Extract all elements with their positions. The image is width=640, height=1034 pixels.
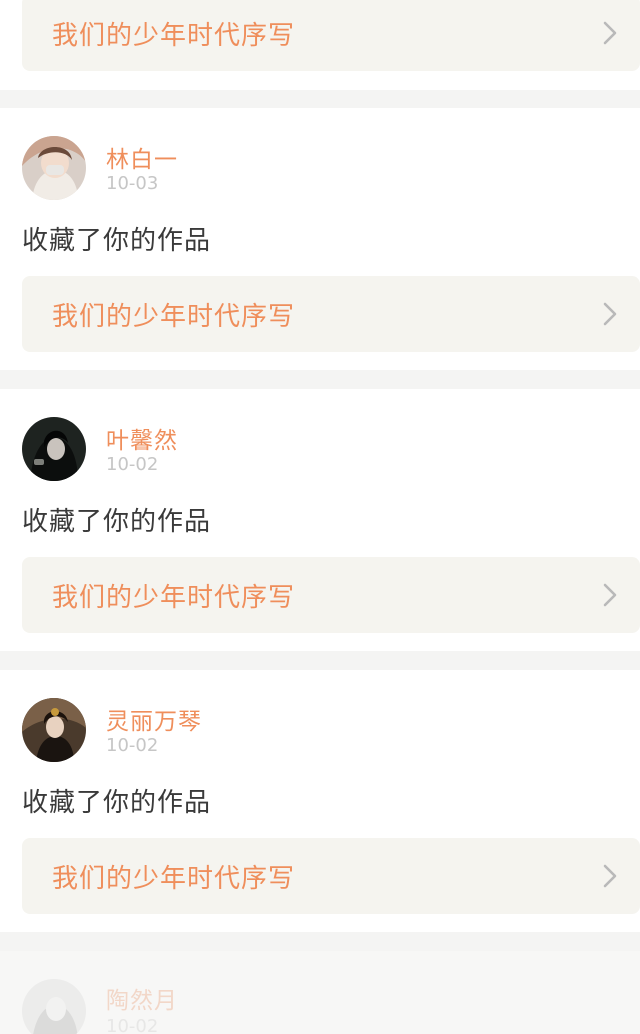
- avatar[interactable]: [22, 136, 86, 200]
- work-link[interactable]: 我们的少年时代序写: [22, 0, 640, 71]
- avatar[interactable]: [22, 417, 86, 481]
- action-text: 收藏了你的作品: [22, 507, 212, 537]
- notification-date: 10-02: [106, 454, 159, 475]
- avatar[interactable]: [22, 979, 86, 1034]
- notification-card: 林白一 10-03 收藏了你的作品 我们的少年时代序写: [0, 108, 640, 370]
- chevron-right-icon: [603, 21, 617, 45]
- notification-date: 10-03: [106, 173, 159, 194]
- work-title: 我们的少年时代序写: [52, 863, 296, 894]
- work-title: 我们的少年时代序写: [52, 301, 296, 332]
- work-title: 我们的少年时代序写: [52, 582, 296, 613]
- notification-card-faded: 陶然月 10-02: [0, 951, 640, 1034]
- notification-feed: 我们的少年时代序写 林白一 10-03 收藏了你的作品 我们的少年时代序写 叶馨…: [0, 0, 640, 1034]
- notification-card: 灵丽万琴 10-02 收藏了你的作品 我们的少年时代序写: [0, 670, 640, 932]
- work-link[interactable]: 我们的少年时代序写: [22, 838, 640, 914]
- notification-date: 10-02: [106, 735, 159, 756]
- action-text: 收藏了你的作品: [22, 226, 212, 256]
- work-title: 我们的少年时代序写: [52, 20, 296, 51]
- notification-card-partial: 我们的少年时代序写: [0, 0, 640, 90]
- chevron-right-icon: [603, 302, 617, 326]
- user-name[interactable]: 林白一: [106, 140, 178, 174]
- user-name[interactable]: 灵丽万琴: [106, 702, 202, 736]
- user-name[interactable]: 叶馨然: [106, 421, 178, 455]
- work-link[interactable]: 我们的少年时代序写: [22, 557, 640, 633]
- action-text: 收藏了你的作品: [22, 788, 212, 818]
- user-name[interactable]: 陶然月: [106, 981, 178, 1015]
- notification-card: 叶馨然 10-02 收藏了你的作品 我们的少年时代序写: [0, 389, 640, 651]
- avatar[interactable]: [22, 698, 86, 762]
- notification-date: 10-02: [106, 1016, 159, 1034]
- chevron-right-icon: [603, 583, 617, 607]
- chevron-right-icon: [603, 864, 617, 888]
- work-link[interactable]: 我们的少年时代序写: [22, 276, 640, 352]
